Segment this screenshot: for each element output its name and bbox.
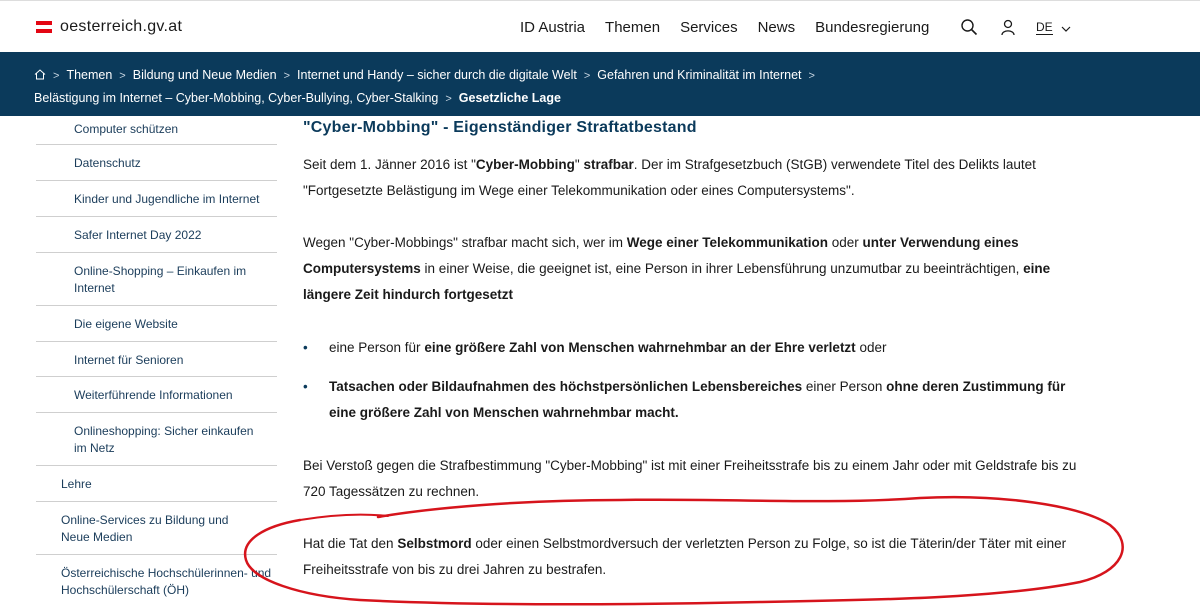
- sidebar-item-senioren[interactable]: Internet für Senioren: [36, 342, 277, 377]
- site-logo[interactable]: oesterreich.gv.at: [36, 18, 182, 36]
- breadcrumb-current: Gesetzliche Lage: [458, 91, 561, 105]
- breadcrumb-item[interactable]: Bildung und Neue Medien: [133, 68, 277, 82]
- breadcrumb-item[interactable]: Belästigung im Internet – Cyber-Mobbing,…: [34, 91, 438, 105]
- search-icon[interactable]: [960, 18, 978, 41]
- sidebar-item-online-services[interactable]: Online-Services zu Bildung und Neue Medi…: [36, 502, 277, 555]
- breadcrumb: > Themen > Bildung und Neue Medien > Internet…: [34, 64, 1174, 110]
- sidebar-item-datenschutz[interactable]: Datenschutz: [36, 145, 277, 181]
- nav-bundesregierung[interactable]: Bundesregierung: [815, 19, 929, 36]
- sidebar-item-kinder[interactable]: Kinder und Jugendliche im Internet: [36, 181, 277, 217]
- text: einer Person: [802, 379, 887, 394]
- sidebar-item-oeh[interactable]: Österreichische Hochschülerinnen- und Ho…: [36, 555, 277, 605]
- sidebar-item-label[interactable]: Online-Shopping – Einkaufen im Internet: [74, 264, 246, 295]
- list-item: • Tatsachen oder Bildaufnahmen des höchs…: [303, 374, 1083, 426]
- list-item: • eine Person für eine größere Zahl von …: [303, 335, 1083, 361]
- home-icon[interactable]: [34, 68, 46, 82]
- breadcrumb-item[interactable]: Gefahren und Kriminalität im Internet: [597, 68, 801, 82]
- sidebar-item-label[interactable]: Computer schützen: [74, 122, 178, 136]
- paragraph-penalty: Bei Verstoß gegen die Strafbestimmung "C…: [303, 458, 1077, 499]
- chevron-right-icon: >: [445, 93, 452, 105]
- sidebar-item-computer-schuetzen[interactable]: Computer schützen: [36, 116, 277, 145]
- sidebar-item-label[interactable]: Onlineshopping: Sicher einkaufen im Netz: [74, 424, 253, 455]
- text: in einer Weise, die geeignet ist, eine P…: [420, 261, 1024, 276]
- site-name[interactable]: oesterreich.gv.at: [60, 18, 182, 36]
- nav-themen[interactable]: Themen: [605, 19, 660, 36]
- sidebar-item-label[interactable]: Die eigene Website: [74, 317, 178, 331]
- sidebar-item-label[interactable]: Datenschutz: [74, 156, 141, 170]
- sidebar-nav: Computer schützen Datenschutz Kinder und…: [36, 116, 277, 605]
- section-heading: "Cyber-Mobbing" - Eigenständiger Strafta…: [303, 119, 697, 136]
- text: oder: [828, 235, 863, 250]
- bullet-marker: •: [303, 340, 308, 355]
- sidebar-item-weiterfuehrende-info[interactable]: Weiterführende Informationen: [36, 377, 277, 413]
- breadcrumb-item[interactable]: Themen: [66, 68, 112, 82]
- sidebar-item-label[interactable]: Österreichische Hochschülerinnen- und Ho…: [61, 566, 271, 597]
- sidebar-item-label[interactable]: Internet für Senioren: [74, 353, 183, 367]
- sidebar-item-label[interactable]: Weiterführende Informationen: [74, 388, 233, 402]
- text-bold: Selbstmord: [397, 536, 472, 551]
- text-bold: strafbar: [583, 157, 634, 172]
- main-nav: ID Austria Themen Services News Bundesre…: [520, 19, 949, 36]
- chevron-right-icon: >: [583, 70, 591, 82]
- paragraph-definition: Wegen "Cyber-Mobbings" strafbar macht si…: [303, 230, 1083, 308]
- text: Seit dem 1. Jänner 2016 ist ": [303, 157, 476, 172]
- sidebar-item-eigene-website[interactable]: Die eigene Website: [36, 306, 277, 342]
- text-bold: Cyber-Mobbing: [475, 157, 575, 172]
- list-item-text: eine Person für eine größere Zahl von Me…: [329, 335, 1079, 361]
- language-selector[interactable]: DE: [1036, 20, 1071, 35]
- user-icon[interactable]: [999, 18, 1017, 41]
- nav-news[interactable]: News: [758, 19, 796, 36]
- language-code[interactable]: DE: [1036, 20, 1053, 35]
- text-bold: Wege einer Telekommunikation: [626, 235, 829, 250]
- text: eine Person für: [329, 340, 425, 355]
- breadcrumb-bar: > Themen > Bildung und Neue Medien > Internet…: [0, 52, 1200, 116]
- list-item-text: Tatsachen oder Bildaufnahmen des höchstp…: [329, 374, 1079, 426]
- text-bold: eine größere Zahl von Menschen wahrnehmb…: [424, 340, 856, 355]
- bullet-marker: •: [303, 379, 308, 394]
- text: Hat die Tat den: [303, 536, 398, 551]
- text: Wegen "Cyber-Mobbings" strafbar macht si…: [303, 235, 627, 250]
- nav-id-austria[interactable]: ID Austria: [520, 19, 585, 36]
- site-header: oesterreich.gv.at ID Austria Themen Serv…: [0, 0, 1200, 52]
- breadcrumb-item[interactable]: Internet und Handy – sicher durch die di…: [297, 68, 577, 82]
- text: oder: [855, 340, 887, 355]
- paragraph-aggravation: Hat die Tat den Selbstmord oder einen Se…: [303, 531, 1083, 583]
- chevron-right-icon: >: [808, 70, 815, 82]
- sidebar-item-label[interactable]: Lehre: [61, 477, 92, 491]
- chevron-right-icon: >: [283, 70, 291, 82]
- austria-flag-icon: [36, 20, 52, 34]
- text-bold: Tatsachen oder Bildaufnahmen des höchstp…: [329, 379, 803, 394]
- chevron-down-icon: [1061, 21, 1071, 35]
- paragraph-intro: Seit dem 1. Jänner 2016 ist "Cyber-Mobbi…: [303, 152, 1083, 204]
- sidebar-item-onlineshopping-sicher[interactable]: Onlineshopping: Sicher einkaufen im Netz: [36, 413, 277, 466]
- chevron-right-icon: >: [119, 70, 126, 82]
- sidebar-item-label[interactable]: Online-Services zu Bildung und Neue Medi…: [61, 513, 228, 544]
- sidebar-item-label[interactable]: Kinder und Jugendliche im Internet: [74, 192, 259, 206]
- sidebar-item-online-shopping[interactable]: Online-Shopping – Einkaufen im Internet: [36, 253, 277, 306]
- sidebar-item-label[interactable]: Safer Internet Day 2022: [74, 228, 201, 242]
- sidebar-item-safer-internet-day[interactable]: Safer Internet Day 2022: [36, 217, 277, 253]
- sidebar-item-lehre[interactable]: Lehre: [36, 466, 277, 502]
- chevron-right-icon: >: [53, 70, 60, 82]
- nav-services[interactable]: Services: [680, 19, 738, 36]
